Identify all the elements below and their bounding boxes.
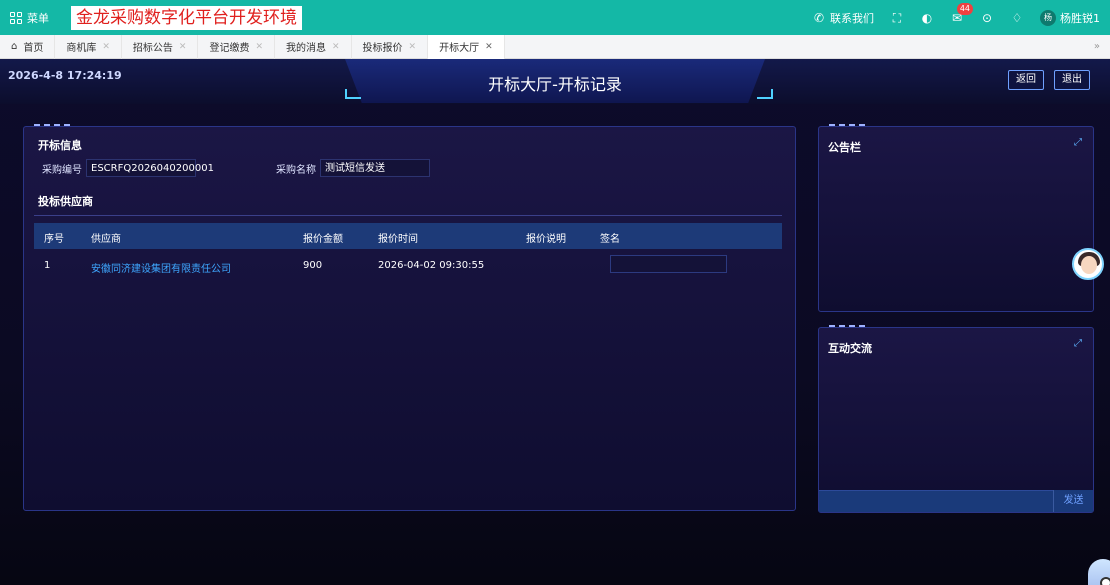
- mail-badge: 44: [956, 2, 973, 15]
- section-title-bid-info: 开标信息: [38, 139, 82, 152]
- avatar-face: [1081, 256, 1097, 274]
- corner-decoration: [345, 89, 361, 99]
- check-circle-icon[interactable]: ⊙: [980, 11, 994, 25]
- purchase-no-value: ESCRFQ2026040200001: [86, 159, 214, 177]
- purchase-name-label: 采购名称: [276, 164, 316, 176]
- col-header-amount: 报价金额: [303, 234, 343, 245]
- tab-bid-quote[interactable]: 投标报价 ✕: [352, 34, 429, 59]
- menu-button[interactable]: 菜单: [0, 0, 59, 35]
- col-header-supplier: 供应商: [91, 234, 121, 245]
- mail-icon[interactable]: ✉ 44: [950, 2, 973, 25]
- close-icon[interactable]: ✕: [409, 42, 417, 52]
- assistant-avatar[interactable]: [1072, 248, 1104, 280]
- tab-label: 商机库: [66, 43, 97, 54]
- theme-icon[interactable]: ◐: [920, 11, 934, 25]
- back-button[interactable]: 返回: [1008, 70, 1044, 90]
- signature-box[interactable]: [610, 255, 727, 273]
- panel-tab-decoration: [829, 124, 865, 128]
- close-icon[interactable]: ✕: [255, 42, 263, 52]
- bulb-icon[interactable]: ♢: [1010, 11, 1024, 25]
- chevron-down-icon[interactable]: »: [1094, 41, 1110, 52]
- tab-label: 招标公告: [132, 43, 173, 54]
- purchase-name-value: 测试短信发送: [320, 159, 430, 177]
- panel-tab-decoration: [34, 124, 70, 128]
- close-icon[interactable]: ✕: [179, 42, 187, 52]
- tab-messages[interactable]: 我的消息 ✕: [275, 34, 352, 59]
- home-icon: ⌂: [11, 41, 18, 52]
- title-banner: 开标大厅-开标记录: [345, 59, 765, 103]
- robot-assistant-icon[interactable]: [1088, 559, 1110, 585]
- user-menu[interactable]: 杨 杨胜锐1: [1040, 9, 1100, 26]
- tab-label: 投标报价: [362, 43, 403, 54]
- tab-bar: ⌂ 首页 商机库 ✕ 招标公告 ✕ 登记缴费 ✕ 我的消息 ✕ 投标报价 ✕ 开标大厅 ✕ »: [0, 34, 1110, 59]
- notice-title: 公告栏: [828, 141, 861, 154]
- tab-opportunities[interactable]: 商机库 ✕: [55, 34, 122, 59]
- bid-record-panel: 开标信息 采购编号 ESCRFQ2026040200001 采购名称 测试短信发…: [23, 124, 796, 511]
- current-datetime: 2026-4-8 17:24:19: [8, 69, 122, 82]
- tab-label: 登记缴费: [209, 43, 250, 54]
- tab-label: 我的消息: [286, 43, 326, 54]
- contact-label: 联系我们: [830, 11, 874, 25]
- tab-bid-hall[interactable]: 开标大厅 ✕: [428, 34, 505, 59]
- section-title-suppliers: 投标供应商: [38, 195, 93, 208]
- col-header-note: 报价说明: [526, 234, 566, 245]
- chat-title: 互动交流: [828, 342, 872, 355]
- tab-registration[interactable]: 登记缴费 ✕: [198, 34, 275, 59]
- menu-label: 菜单: [27, 11, 49, 25]
- cell-index: 1: [44, 260, 51, 271]
- exit-button[interactable]: 退出: [1054, 70, 1090, 90]
- chat-input[interactable]: [819, 490, 1053, 512]
- panel-tab-decoration: [829, 325, 865, 329]
- purchase-name-field: 采购名称 测试短信发送: [276, 159, 430, 177]
- close-icon[interactable]: ✕: [485, 42, 493, 52]
- grid-icon: [10, 11, 22, 24]
- col-header-index: 序号: [44, 234, 64, 245]
- contact-us-link[interactable]: ✆ 联系我们: [812, 10, 874, 26]
- table-row: 1 安徽同济建设集团有限责任公司 900 2026-04-02 09:30:55: [34, 255, 782, 277]
- send-button[interactable]: 发送: [1053, 490, 1093, 512]
- robot-eye: [1100, 577, 1110, 585]
- tab-tender-notice[interactable]: 招标公告 ✕: [122, 34, 199, 59]
- close-icon[interactable]: ✕: [102, 42, 110, 52]
- top-bar: 菜单 金龙采购数字化平台开发环境 ✆ 联系我们 ⛶ ◐ ✉ 44 ⊙ ♢ 杨 杨胜…: [0, 0, 1110, 35]
- tab-label: 首页: [23, 43, 44, 54]
- bid-hall-screen: 2026-4-8 17:24:19 开标大厅-开标记录 返回 退出 开标信息 采…: [0, 59, 1110, 585]
- table-header: 序号 供应商 报价金额 报价时间 报价说明 签名: [34, 223, 782, 249]
- avatar: 杨: [1040, 9, 1056, 26]
- cell-amount: 900: [303, 260, 323, 271]
- purchase-no-label: 采购编号: [42, 164, 82, 176]
- user-name: 杨胜锐1: [1060, 11, 1100, 25]
- page-title: 开标大厅-开标记录: [488, 75, 622, 94]
- close-icon[interactable]: ✕: [332, 42, 340, 52]
- purchase-no-field: 采购编号 ESCRFQ2026040200001: [42, 159, 214, 177]
- divider: [34, 215, 782, 216]
- col-header-time: 报价时间: [378, 234, 418, 245]
- app-title: 金龙采购数字化平台开发环境: [71, 5, 302, 30]
- phone-icon: ✆: [813, 10, 825, 25]
- chat-panel: 互动交流 ⤢ 发送: [818, 325, 1094, 513]
- col-header-signature: 签名: [600, 234, 620, 245]
- fullscreen-icon[interactable]: ⛶: [890, 11, 904, 25]
- expand-icon[interactable]: ⤢: [1074, 138, 1084, 148]
- tab-home[interactable]: ⌂ 首页: [0, 34, 56, 59]
- notice-panel: 公告栏 ⤢: [818, 124, 1094, 312]
- cell-time: 2026-04-02 09:30:55: [378, 260, 485, 271]
- supplier-link[interactable]: 安徽同济建设集团有限责任公司: [91, 260, 231, 275]
- expand-icon[interactable]: ⤢: [1074, 339, 1084, 349]
- tab-label: 开标大厅: [439, 43, 480, 54]
- corner-decoration: [757, 89, 773, 99]
